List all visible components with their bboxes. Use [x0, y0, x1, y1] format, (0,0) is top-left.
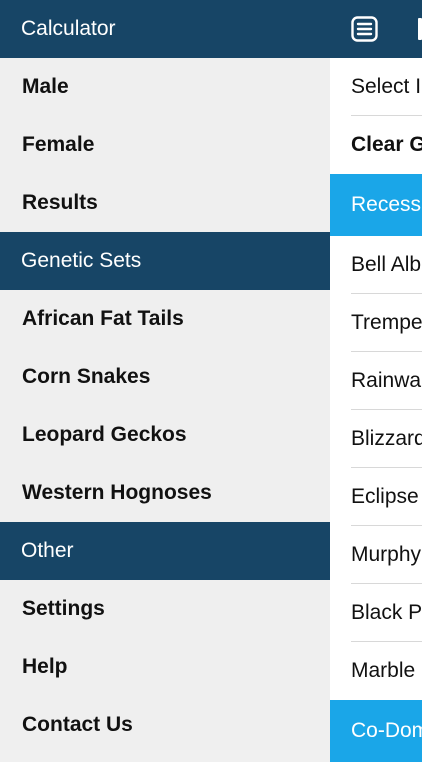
- gene-row[interactable]: Marble: [330, 642, 422, 700]
- header-action-icon[interactable]: [418, 18, 422, 40]
- menu-item-african-fat-tails[interactable]: African Fat Tails: [0, 290, 330, 348]
- menu-item-male[interactable]: Male: [0, 58, 330, 116]
- gene-row[interactable]: Murphy: [330, 526, 422, 584]
- gene-row[interactable]: Blizzard: [330, 410, 422, 468]
- gene-row[interactable]: Black P: [330, 584, 422, 642]
- gene-row[interactable]: Rainwa: [330, 352, 422, 410]
- menu-item-help[interactable]: Help: [0, 638, 330, 696]
- menu-item-western-hognoses[interactable]: Western Hognoses: [0, 464, 330, 522]
- gene-row[interactable]: Trempe: [330, 294, 422, 352]
- genes-list: Select I Clear G Recess Bell Alb Trempe …: [330, 58, 422, 762]
- menu-item-female[interactable]: Female: [0, 116, 330, 174]
- select-action-row[interactable]: Select I: [330, 58, 422, 116]
- clear-action-row[interactable]: Clear G: [330, 116, 422, 174]
- menu-item-corn-snakes[interactable]: Corn Snakes: [0, 348, 330, 406]
- hamburger-list-icon[interactable]: [351, 16, 378, 42]
- section-header-genetic-sets: Genetic Sets: [0, 232, 330, 290]
- gene-row[interactable]: Bell Alb: [330, 236, 422, 294]
- category-header-codominant: Co-Dom: [330, 700, 422, 762]
- section-header-other: Other: [0, 522, 330, 580]
- gene-row[interactable]: Eclipse: [330, 468, 422, 526]
- menu-item-leopard-geckos[interactable]: Leopard Geckos: [0, 406, 330, 464]
- side-menu-drawer: Calculator Male Female Results Genetic S…: [0, 0, 330, 750]
- section-header-calculator: Calculator: [0, 0, 330, 58]
- category-header-recessive: Recess: [330, 174, 422, 236]
- menu-item-settings[interactable]: Settings: [0, 580, 330, 638]
- menu-item-results[interactable]: Results: [0, 174, 330, 232]
- menu-item-contact-us[interactable]: Contact Us: [0, 696, 330, 754]
